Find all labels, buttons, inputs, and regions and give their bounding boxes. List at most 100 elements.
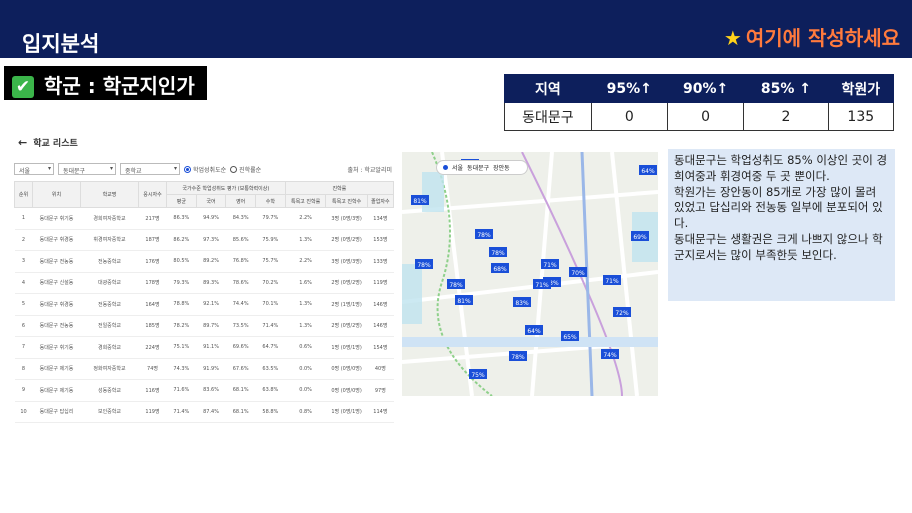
table-cell: 동대문구 휘경동 [32, 229, 81, 251]
table-cell: 2.2% [285, 250, 326, 273]
table-cell: 89.7% [196, 315, 226, 337]
table-cell: 성동중학교 [80, 379, 139, 402]
table-cell: 133명 [367, 250, 394, 273]
school-marker[interactable]: 78% [489, 247, 507, 257]
table-row[interactable]: 9 동대문구 제기동 성동중학교 116명 71.6% 83.6% 68.1% 63.8% 0.… [14, 379, 394, 402]
description-text: 동대문구는 학업성취도 85% 이상인 곳이 경희여중과 휘경여중 두 곳 뿐이… [674, 153, 888, 262]
table-cell: 224명 [138, 336, 167, 359]
table-cell: 동대문구 휘경동 [32, 293, 81, 316]
map-location-bar[interactable]: 서울 동대문구 장안동 [436, 160, 528, 175]
table-cell: 97.3% [196, 229, 226, 251]
col-header: 위치 [32, 181, 81, 208]
table-cell: 119명 [367, 272, 394, 294]
district-select[interactable]: 동대문구 [58, 163, 116, 175]
school-marker[interactable]: 74% [601, 349, 619, 359]
table-row[interactable]: 1 동대문구 휘기동 경희여자중학교 217명 86.3% 94.9% 84.3% 79.7%… [14, 207, 394, 230]
table-row[interactable]: 2 동대문구 휘경동 휘경여자중학교 187명 86.2% 97.3% 85.6% 75.9%… [14, 229, 394, 251]
col-header: 학교명 [80, 181, 139, 208]
table-cell: 1.3% [285, 293, 326, 316]
marker-label: 81% [413, 198, 427, 205]
data-source: 출처 : 학교알리미 [347, 166, 392, 174]
table-cell: 85.6% [225, 229, 256, 251]
marker-label: 78% [449, 282, 463, 289]
table-cell: 정화여자중학교 [80, 358, 139, 380]
school-marker[interactable]: 78% [509, 351, 527, 361]
summary-header: 85% ↑ [743, 74, 829, 103]
table-row[interactable]: 3 동대문구 전농동 전농중학교 176명 80.5% 89.2% 76.8% 75.7% 2.… [14, 250, 394, 273]
table-cell: 114명 [367, 401, 394, 423]
school-map[interactable]: 81%65%64%78%78%78%78%71%81%83%73%69%68%7… [402, 152, 658, 396]
table-cell: 68.1% [225, 379, 256, 402]
school-marker[interactable]: 68% [491, 263, 509, 273]
table-cell: 83.6% [196, 379, 226, 402]
table-row[interactable]: 7 동대문구 휘기동 경희중학교 224명 75.1% 91.1% 69.6% 64.7% 0.… [14, 336, 394, 359]
table-row[interactable]: 4 동대문구 신설동 대광중학교 178명 79.3% 89.3% 78.6% 70.2% 1.… [14, 272, 394, 294]
marker-label: 71% [605, 278, 619, 285]
table-cell: 1 [14, 207, 33, 230]
back-arrow-icon[interactable]: ← [18, 136, 27, 149]
school-marker[interactable]: 71% [541, 259, 559, 269]
level-select[interactable]: 중학교 [120, 163, 180, 175]
table-row[interactable]: 5 동대문구 휘경동 전동중학교 164명 78.8% 92.1% 74.4% 70.1% 1.… [14, 293, 394, 316]
table-cell: 1명 (0명/1명) [325, 401, 368, 423]
table-cell: 0.8% [285, 401, 326, 423]
city-select[interactable]: 서울 [14, 163, 54, 175]
col-header: 특목고 진학률 [284, 194, 327, 208]
school-marker[interactable]: 81% [411, 195, 429, 205]
table-cell: 75.7% [255, 250, 286, 273]
marker-label: 69% [633, 234, 647, 241]
table-row[interactable]: 10 동대문구 답십리 보인중학교 119명 71.4% 87.4% 68.1% 58.8% 0… [14, 401, 394, 423]
group-header: 진학률 [284, 181, 394, 195]
checkmark-icon: ✔ [12, 76, 34, 98]
school-marker[interactable]: 81% [455, 295, 473, 305]
school-marker[interactable]: 64% [639, 165, 657, 175]
table-row[interactable]: 8 동대문구 제기동 정화여자중학교 74명 74.3% 91.9% 67.6% 63.5% 0… [14, 358, 394, 380]
marker-label: 78% [511, 354, 525, 361]
summary-header: 95%↑ [590, 74, 668, 103]
col-header: 수학 [255, 194, 286, 208]
summary-cell: 2 [743, 102, 829, 131]
table-cell: 86.3% [166, 207, 197, 230]
table-cell: 97명 [367, 379, 394, 402]
table-cell: 70.1% [255, 293, 286, 316]
school-marker[interactable]: 69% [631, 231, 649, 241]
table-cell: 176명 [138, 250, 167, 273]
school-marker[interactable]: 75% [469, 369, 487, 379]
school-marker[interactable]: 83% [513, 297, 531, 307]
table-cell: 78.6% [225, 272, 256, 294]
marker-label: 78% [417, 262, 431, 269]
school-marker[interactable]: 78% [415, 259, 433, 269]
table-cell: 78.2% [166, 315, 197, 337]
marker-label: 78% [477, 232, 491, 239]
school-marker[interactable]: 70% [569, 267, 587, 277]
marker-label: 65% [563, 334, 577, 341]
summary-data-row: 동대문구 0 0 2 135 [504, 102, 895, 131]
radio-achievement[interactable]: 학업성취도순 [184, 165, 226, 174]
table-cell: 8 [14, 358, 33, 380]
school-marker[interactable]: 72% [613, 307, 631, 317]
school-marker[interactable]: 64% [525, 325, 543, 335]
table-cell: 7 [14, 336, 33, 359]
table-cell: 동대문구 답십리 [32, 401, 81, 423]
school-marker[interactable]: 65% [561, 331, 579, 341]
table-cell: 71.6% [166, 379, 197, 402]
radio-admission[interactable]: 진학률순 [230, 165, 261, 174]
school-marker[interactable]: 71% [533, 279, 551, 289]
table-cell: 91.1% [196, 336, 226, 359]
table-cell: 2명 (0명/2명) [325, 229, 368, 251]
table-cell: 동대문구 전농동 [32, 250, 81, 273]
marker-label: 75% [471, 372, 485, 379]
table-cell: 동대문구 휘기동 [32, 336, 81, 359]
marker-label: 78% [491, 250, 505, 257]
col-header: 영어 [225, 194, 257, 208]
table-cell: 2 [14, 229, 33, 251]
table-cell: 경희중학교 [80, 336, 139, 359]
table-cell: 동대문구 제기동 [32, 379, 81, 402]
school-marker[interactable]: 71% [603, 275, 621, 285]
school-marker[interactable]: 78% [447, 279, 465, 289]
school-marker[interactable]: 78% [475, 229, 493, 239]
marker-label: 64% [527, 328, 541, 335]
summary-header: 지역 [504, 74, 592, 103]
table-cell: 154명 [367, 336, 394, 359]
table-row[interactable]: 6 동대문구 전농동 전일중학교 185명 78.2% 89.7% 73.5% 71.4% 1.… [14, 315, 394, 337]
